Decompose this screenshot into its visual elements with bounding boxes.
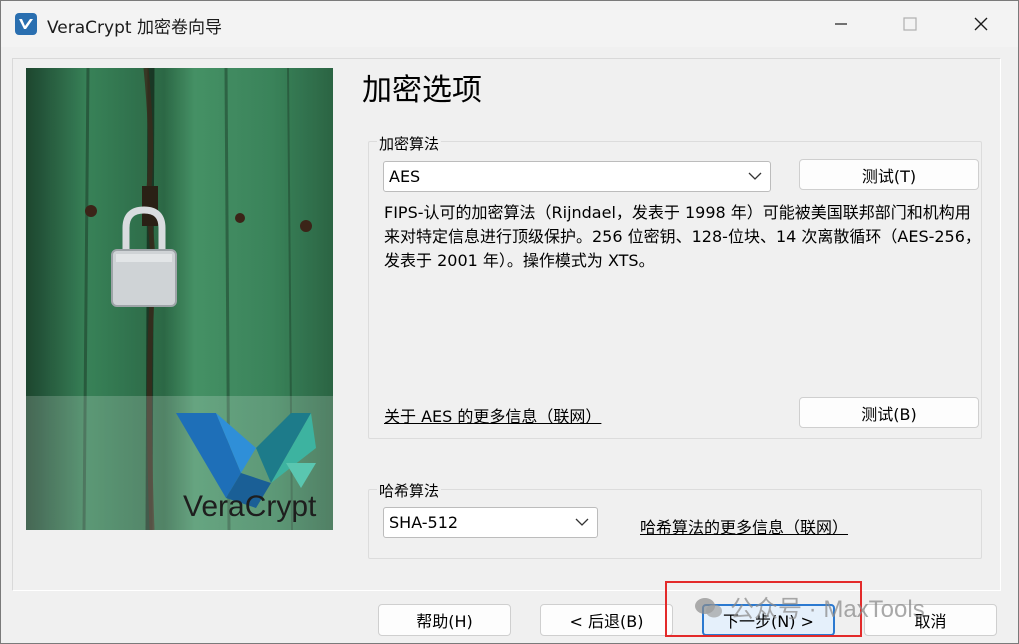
hash-algorithm-select[interactable]: SHA-512 (383, 507, 598, 538)
encryption-algorithm-label: 加密算法 (377, 133, 442, 154)
aes-more-info-link[interactable]: 关于 AES 的更多信息（联网） (384, 403, 601, 427)
window-title: VeraCrypt 加密卷向导 (47, 18, 222, 38)
encryption-algorithm-select[interactable]: AES (383, 161, 771, 192)
veracrypt-app-icon (15, 13, 37, 35)
close-icon (974, 17, 988, 31)
minimize-button[interactable] (818, 1, 864, 47)
wechat-icon (695, 598, 722, 618)
minimize-icon (835, 23, 847, 25)
encryption-algorithm-value: AES (389, 167, 421, 186)
chevron-down-icon (748, 172, 762, 180)
watermark: 公众号 · MaxTools (694, 589, 925, 624)
hash-algorithm-label: 哈希算法 (377, 480, 442, 501)
wizard-side-image: VeraCrypt (26, 68, 333, 530)
encryption-algorithm-description: FIPS-认可的加密算法（Rijndael，发表于 1998 年）可能被美国联邦… (384, 203, 981, 270)
page-title: 加密选项 (362, 73, 482, 108)
wizard-window: VeraCrypt 加密卷向导 VeraCrypt 加密选项 加密算法 AES … (0, 0, 1019, 644)
close-button[interactable] (958, 1, 1004, 47)
back-button[interactable]: < 后退(B) (540, 604, 673, 636)
title-bar[interactable]: VeraCrypt 加密卷向导 (1, 1, 1018, 47)
maximize-icon (903, 17, 917, 31)
green-door-padlock-illustration (26, 68, 333, 530)
chevron-down-icon (575, 518, 589, 526)
benchmark-button[interactable]: 测试(B) (799, 397, 979, 428)
hash-more-info-link[interactable]: 哈希算法的更多信息（联网） (640, 514, 848, 538)
test-button[interactable]: 测试(T) (799, 159, 979, 190)
hash-algorithm-value: SHA-512 (389, 513, 459, 532)
maximize-button[interactable] (887, 1, 933, 47)
watermark-text: 公众号 · MaxTools (730, 596, 925, 623)
veracrypt-logo-text: VeraCrypt (183, 490, 317, 523)
help-button[interactable]: 帮助(H) (378, 604, 511, 636)
